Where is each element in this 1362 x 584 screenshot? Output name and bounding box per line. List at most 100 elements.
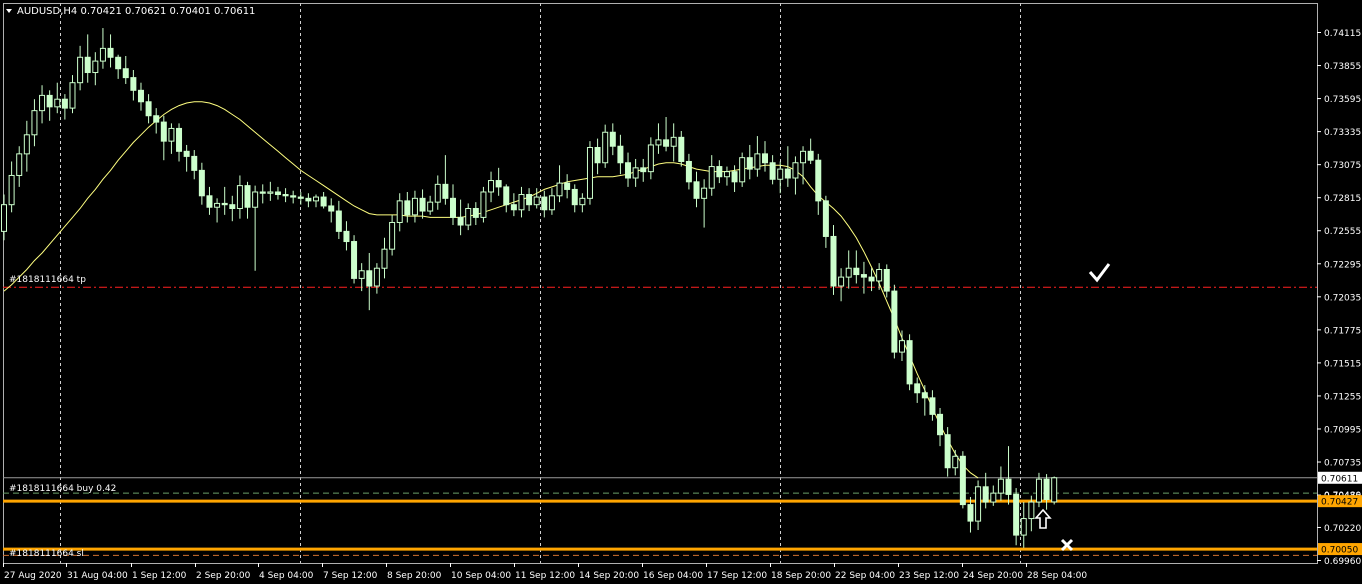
candle-body-down	[244, 185, 251, 208]
candle-body-up	[556, 182, 563, 197]
candle	[480, 186, 487, 223]
y-tick-label: 0.70220	[1324, 524, 1361, 534]
sl-order-label[interactable]: #1818111664 sl	[9, 549, 84, 559]
candle-body-down	[46, 94, 53, 108]
candle-body-up	[214, 202, 221, 208]
candle-body-up	[267, 191, 274, 194]
candle-body-up	[1028, 501, 1035, 520]
candle-body-down	[678, 136, 685, 162]
candle-body-up	[997, 478, 1004, 494]
candle-body-up	[99, 47, 106, 62]
candle-body-down	[115, 56, 122, 70]
candle-body-down	[594, 147, 601, 164]
symbol-header: AUDUSD,H4 0.70421 0.70621 0.70401 0.7061…	[17, 6, 255, 17]
x-tick-label: 28 Sep 04:00	[1027, 571, 1087, 581]
tp-order-label[interactable]: #1818111664 tp	[9, 275, 86, 285]
y-tick-label: 0.73595	[1324, 95, 1361, 105]
x-tick-label: 22 Sep 04:00	[835, 571, 895, 581]
candle-body-down	[84, 56, 91, 74]
candle-body-down	[959, 455, 966, 506]
candle-body-down	[571, 188, 578, 206]
candle-body-down	[305, 197, 312, 202]
candle-body-down	[183, 150, 190, 157]
candle-body-up	[518, 194, 525, 211]
candle-body-up	[16, 153, 23, 176]
open-price-tag-text: 0.70427	[1321, 498, 1358, 508]
x-tick-label: 16 Sep 04:00	[643, 571, 703, 581]
candle-body-up	[952, 455, 959, 469]
candle-body-down	[769, 162, 776, 180]
candle-body-down	[860, 274, 867, 278]
candle-body-down	[693, 181, 700, 199]
candle-body-down	[526, 194, 533, 206]
candle-body-up	[69, 82, 76, 109]
candle-body-down	[449, 197, 456, 218]
candle-body-up	[39, 94, 46, 112]
candle-body-up	[838, 276, 845, 287]
y-tick-label: 0.71255	[1324, 392, 1361, 402]
candle-body-up	[252, 191, 259, 208]
candle-body-down	[442, 183, 449, 199]
candle-body-down	[929, 397, 936, 415]
candle-body-down	[472, 208, 479, 218]
candle	[351, 235, 358, 284]
candle-body-down	[366, 270, 373, 287]
candle-body-up	[23, 134, 30, 155]
chart-background	[0, 0, 1362, 584]
candle-body-down	[891, 290, 898, 353]
y-tick-label: 0.73855	[1324, 62, 1361, 72]
candle-body-down	[868, 276, 875, 282]
candle-body-down	[914, 383, 921, 394]
candle-body-up	[533, 196, 540, 206]
candle	[959, 451, 966, 509]
candle-body-down	[320, 196, 327, 207]
candle-body-down	[61, 98, 68, 109]
candle-body-down	[967, 504, 974, 522]
x-tick-label: 14 Sep 20:00	[579, 571, 639, 581]
candle-body-up	[411, 197, 418, 216]
candle-body-up	[8, 174, 15, 206]
candle-body-up	[845, 267, 852, 278]
candle-body-up	[54, 98, 61, 108]
candle-body-up	[602, 131, 609, 164]
buy-order-label[interactable]: #1818111664 buy 0.42	[9, 484, 116, 494]
candle-body-down	[982, 486, 989, 503]
candle-body-down	[906, 340, 913, 385]
candle-body-down	[685, 160, 692, 183]
x-tick-label: 10 Sep 04:00	[451, 571, 511, 581]
candle-body-down	[343, 230, 350, 243]
candle-body-up	[800, 150, 807, 164]
x-tick-label: 18 Sep 20:00	[771, 571, 831, 581]
candle-body-down	[731, 171, 738, 183]
candle-body-down	[335, 210, 342, 232]
candle	[586, 141, 593, 205]
candle-body-down	[853, 267, 860, 276]
candle-body-up	[465, 208, 472, 226]
candle-body-up	[723, 171, 730, 178]
candle-body-down	[259, 191, 266, 194]
candle-body-down	[625, 162, 632, 179]
candle-body-up	[708, 166, 715, 189]
candle-body-up	[1051, 477, 1058, 503]
candle-body-down	[176, 127, 183, 152]
candle-body-down	[457, 216, 464, 226]
candle-body-up	[313, 196, 320, 202]
y-tick-label: 0.74115	[1324, 29, 1361, 39]
candle-body-down	[640, 167, 647, 173]
y-tick-label: 0.72815	[1324, 194, 1361, 204]
candle-body-down	[944, 434, 951, 469]
price-chart[interactable]: 0.74115 0.73855 0.73595 0.73335 0.73075 0.728…	[0, 0, 1362, 584]
candle-body-up	[647, 144, 654, 173]
candle-body-up	[579, 197, 586, 206]
candle-body-down	[937, 413, 944, 436]
candle-body-up	[480, 191, 487, 218]
candle	[739, 152, 746, 187]
candle-body-up	[898, 340, 905, 353]
candle-body-down	[290, 195, 297, 198]
candle-body-up	[655, 139, 662, 146]
y-tick-label: 0.72295	[1324, 260, 1361, 270]
candle-body-up	[739, 157, 746, 183]
candle-body-up	[77, 56, 84, 84]
candle-body-up	[427, 201, 434, 212]
candle-body-up	[975, 486, 982, 522]
